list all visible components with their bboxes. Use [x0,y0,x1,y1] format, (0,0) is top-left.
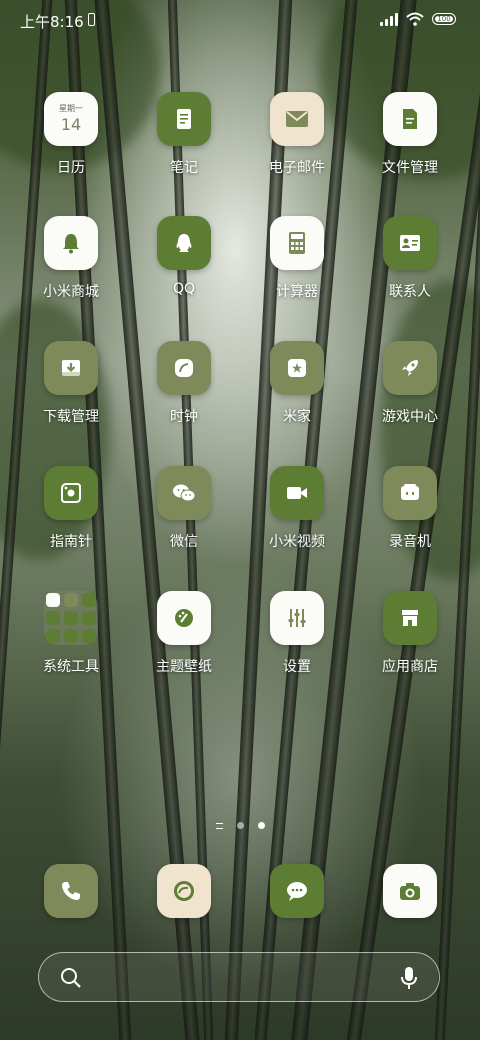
mini-app-icon [82,593,96,607]
app-label: 文件管理 [382,160,438,176]
app-contacts[interactable]: 联系人 [355,216,465,301]
page-menu-indicator[interactable] [215,822,223,829]
app-label: 米家 [283,409,311,425]
app-mijia[interactable]: 米家 [242,341,352,426]
app-label: 游戏中心 [382,409,438,425]
wechat-icon [157,466,211,520]
app-label: 应用商店 [382,659,438,675]
app-label: 系统工具 [43,659,99,675]
app-label: 笔记 [170,160,198,176]
mini-calendar-icon [46,593,60,607]
calendar-day: 14 [60,115,82,134]
rocket-icon [383,341,437,395]
app-app-store[interactable]: 应用商店 [355,591,465,676]
app-label: 小米商城 [43,284,99,300]
battery-icon: 100 [432,13,456,25]
app-settings[interactable]: 设置 [242,591,352,676]
app-label: 设置 [283,659,311,675]
calendar-icon: 星期一 14 [44,92,98,146]
app-label: 日历 [57,160,85,176]
mini-app-icon [46,629,60,643]
recorder-icon [383,466,437,520]
app-label: 小米视频 [269,534,325,550]
app-label: 主题壁纸 [156,659,212,675]
theme-icon [157,591,211,645]
app-qq[interactable]: QQ [129,216,239,297]
bell-icon [44,216,98,270]
store-icon [383,591,437,645]
wifi-icon [406,12,424,26]
video-icon [270,466,324,520]
app-compass[interactable]: 指南针 [16,466,126,551]
signal-icon [380,12,398,26]
dock-messages[interactable] [242,864,352,918]
app-calculator[interactable]: 计算器 [242,216,352,301]
mijia-icon [270,341,324,395]
sim-card-icon [88,13,95,26]
mail-icon [270,92,324,146]
phone-icon [44,864,98,918]
status-bar: 上午8:16 100 [0,0,480,40]
calendar-weekday: 星期一 [59,104,83,113]
qq-icon [157,216,211,270]
microphone-icon[interactable] [399,965,419,991]
app-themes[interactable]: 主题壁纸 [129,591,239,676]
app-label: 微信 [170,534,198,550]
dock-camera[interactable] [355,864,465,918]
app-clock[interactable]: 时钟 [129,341,239,426]
settings-icon [270,591,324,645]
app-label: 指南针 [50,534,92,550]
app-mi-video[interactable]: 小米视频 [242,466,352,551]
app-label: 电子邮件 [269,160,325,176]
notes-icon [157,92,211,146]
app-mi-store[interactable]: 小米商城 [16,216,126,301]
search-icon[interactable] [59,966,83,990]
folder-system-tools[interactable]: 系统工具 [16,591,126,676]
camera-icon [383,864,437,918]
battery-level: 100 [437,15,451,23]
app-label: 时钟 [170,409,198,425]
app-wechat[interactable]: 微信 [129,466,239,551]
contacts-icon [383,216,437,270]
app-email[interactable]: 电子邮件 [242,92,352,177]
download-icon [44,341,98,395]
page-dot-active[interactable] [257,822,265,829]
app-notes[interactable]: 笔记 [129,92,239,177]
page-indicator[interactable] [0,822,480,829]
folder-icon [44,591,98,645]
app-label: 联系人 [389,284,431,300]
app-file-manager[interactable]: 文件管理 [355,92,465,177]
mini-app-icon [64,611,78,625]
app-label: 下载管理 [43,409,99,425]
mini-app-icon [46,611,60,625]
clock-icon [157,341,211,395]
browser-icon [157,864,211,918]
app-calendar[interactable]: 星期一 14 日历 [16,92,126,177]
status-time: 上午8:16 [20,13,84,31]
mini-app-icon [82,611,96,625]
app-label: 计算器 [276,284,318,300]
calculator-icon [270,216,324,270]
dock-browser[interactable] [129,864,239,918]
messages-icon [270,864,324,918]
mini-app-icon [64,593,78,607]
app-label: 录音机 [389,534,431,550]
file-manager-icon [383,92,437,146]
compass-icon [44,466,98,520]
dock-phone[interactable] [16,864,126,918]
search-bar[interactable] [38,952,440,1002]
page-dot[interactable] [236,822,244,829]
app-recorder[interactable]: 录音机 [355,466,465,551]
app-label: QQ [172,281,196,297]
app-download-manager[interactable]: 下载管理 [16,341,126,426]
mini-app-icon [82,629,96,643]
app-game-center[interactable]: 游戏中心 [355,341,465,426]
mini-app-icon [64,629,78,643]
